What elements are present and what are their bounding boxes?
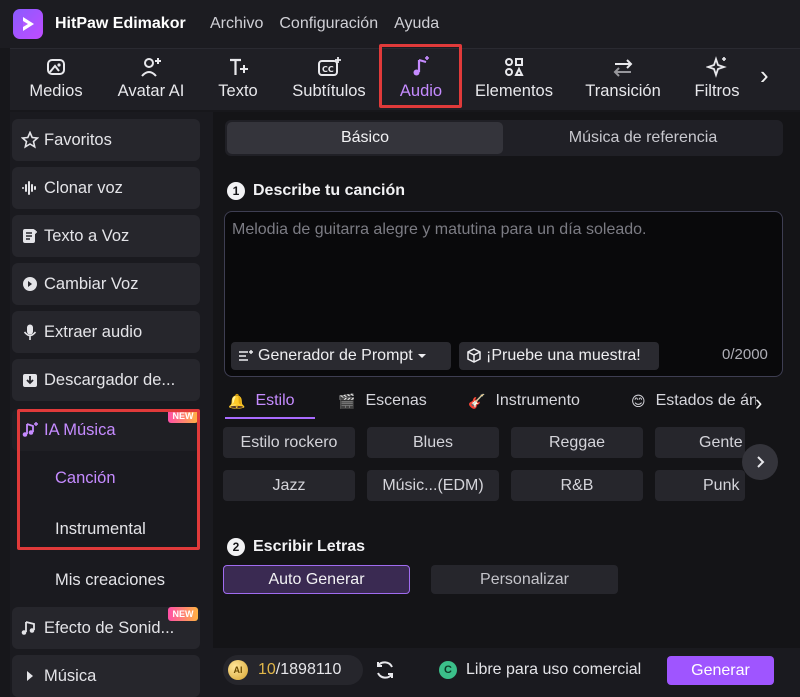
menu-ayuda[interactable]: Ayuda (394, 15, 439, 33)
credits-used: 10 (258, 661, 276, 678)
tab-escenas[interactable]: 🎬 Escenas (338, 392, 427, 410)
app-logo-icon (13, 9, 43, 39)
sidebar-item-cambiar-voz[interactable]: Cambiar Voz (12, 263, 200, 305)
media-icon (47, 59, 65, 75)
step-number: 1 (227, 182, 245, 200)
credits-total: /1898110 (275, 661, 342, 678)
subtitles-icon: CC (318, 57, 341, 76)
cube-icon (467, 348, 481, 363)
segment-basico[interactable]: Básico (227, 122, 503, 154)
tab-estilo[interactable]: 🔔 Estilo (228, 392, 295, 410)
character-counter: 0/2000 (722, 346, 768, 363)
commercial-use-icon: C (439, 661, 457, 679)
text-icon (230, 58, 248, 75)
tool-transicion[interactable]: Transición (580, 49, 666, 109)
tabs-chevron-right-icon[interactable]: › (755, 390, 762, 416)
caret-right-icon (20, 666, 40, 686)
caret-down-icon (417, 354, 426, 358)
sidebar-item-descargador[interactable]: Descargador de... (12, 359, 200, 401)
sidebar-item-extraer-audio[interactable]: Extraer audio (12, 311, 200, 353)
chevron-right-icon (757, 456, 765, 468)
svg-text:CC: CC (322, 65, 334, 74)
chip-gente[interactable]: Gente (655, 427, 745, 458)
menu-archivo[interactable]: Archivo (210, 15, 263, 33)
step-1-heading: 1 Describe tu canción (227, 182, 405, 200)
tool-avatar-ai[interactable]: Avatar AI (110, 49, 192, 109)
chip-estilo-rockero[interactable]: Estilo rockero (223, 427, 355, 458)
chips-next-button[interactable] (742, 444, 778, 480)
auto-generate-button[interactable]: Auto Generar (223, 565, 410, 594)
tool-medios[interactable]: Medios (26, 49, 86, 109)
tool-filtros[interactable]: Filtros (686, 49, 748, 109)
bell-icon: 🔔 (228, 392, 246, 409)
app-name: HitPaw Edimakor (55, 15, 186, 32)
transition-icon (613, 59, 633, 77)
list-icon (239, 350, 253, 361)
chevron-right-icon[interactable]: › (760, 60, 769, 91)
chip-blues[interactable]: Blues (367, 427, 499, 458)
star-icon (20, 130, 40, 150)
chip-punk[interactable]: Punk (655, 470, 745, 501)
voice-change-icon (20, 274, 40, 294)
active-tab-underline (225, 417, 315, 419)
sidebar-item-favoritos[interactable]: Favoritos (12, 119, 200, 161)
waveform-icon (20, 178, 40, 198)
sidebar-item-musica[interactable]: Música (12, 655, 200, 697)
prompt-placeholder: Melodia de guitarra alegre y matutina pa… (232, 221, 647, 238)
sidebar-subitem-mis-creaciones[interactable]: Mis creaciones (55, 571, 165, 590)
tool-elementos[interactable]: Elementos (468, 49, 560, 109)
emoji-icon: 😊 (631, 392, 646, 409)
chip-reggae[interactable]: Reggae (511, 427, 643, 458)
audio-highlight-box (379, 44, 462, 108)
tool-texto[interactable]: Texto (208, 49, 268, 109)
step-number: 2 (227, 538, 245, 556)
chip-jazz[interactable]: Jazz (223, 470, 355, 501)
tool-subtitulos[interactable]: CC Subtítulos (285, 49, 373, 109)
customize-button[interactable]: Personalizar (431, 565, 618, 594)
generate-button[interactable]: Generar (667, 656, 774, 685)
tab-instrumento[interactable]: 🎸 Instrumento (468, 392, 580, 410)
tab-estados-animo[interactable]: 😊 Estados de án (631, 392, 756, 410)
elements-icon (505, 58, 524, 76)
menu-bar: Archivo Configuración Ayuda (210, 15, 455, 33)
clapper-icon: 🎬 (338, 392, 356, 409)
ia-musica-highlight-box (17, 409, 200, 550)
sparkle-icon (706, 56, 727, 78)
try-sample-button[interactable]: ¡Pruebe una muestra! (459, 342, 659, 370)
title-bar: HitPaw Edimakor Archivo Configuración Ay… (0, 0, 800, 48)
download-icon (20, 370, 40, 390)
text-to-speech-icon (20, 226, 40, 246)
sidebar-item-clonar-voz[interactable]: Clonar voz (12, 167, 200, 209)
new-badge: NEW (168, 607, 198, 621)
credits-pill: AI 10 /1898110 (223, 655, 363, 685)
sidebar-item-texto-a-voz[interactable]: Texto a Voz (12, 215, 200, 257)
microphone-icon (20, 322, 40, 342)
step-2-heading: 2 Escribir Letras (227, 538, 365, 556)
chip-rnb[interactable]: R&B (511, 470, 643, 501)
prompt-generator-dropdown[interactable]: Generador de Prompt (231, 342, 451, 370)
menu-configuracion[interactable]: Configuración (279, 15, 378, 33)
segment-musica-referencia[interactable]: Música de referencia (505, 122, 781, 154)
refresh-icon[interactable] (372, 657, 398, 683)
chip-edm[interactable]: Músic...(EDM) (367, 470, 499, 501)
guitar-icon: 🎸 (468, 392, 486, 409)
coin-icon: AI (228, 660, 248, 680)
avatar-icon (141, 58, 161, 77)
commercial-use-label: Libre para uso comercial (466, 661, 642, 678)
sound-effect-icon (20, 618, 40, 638)
